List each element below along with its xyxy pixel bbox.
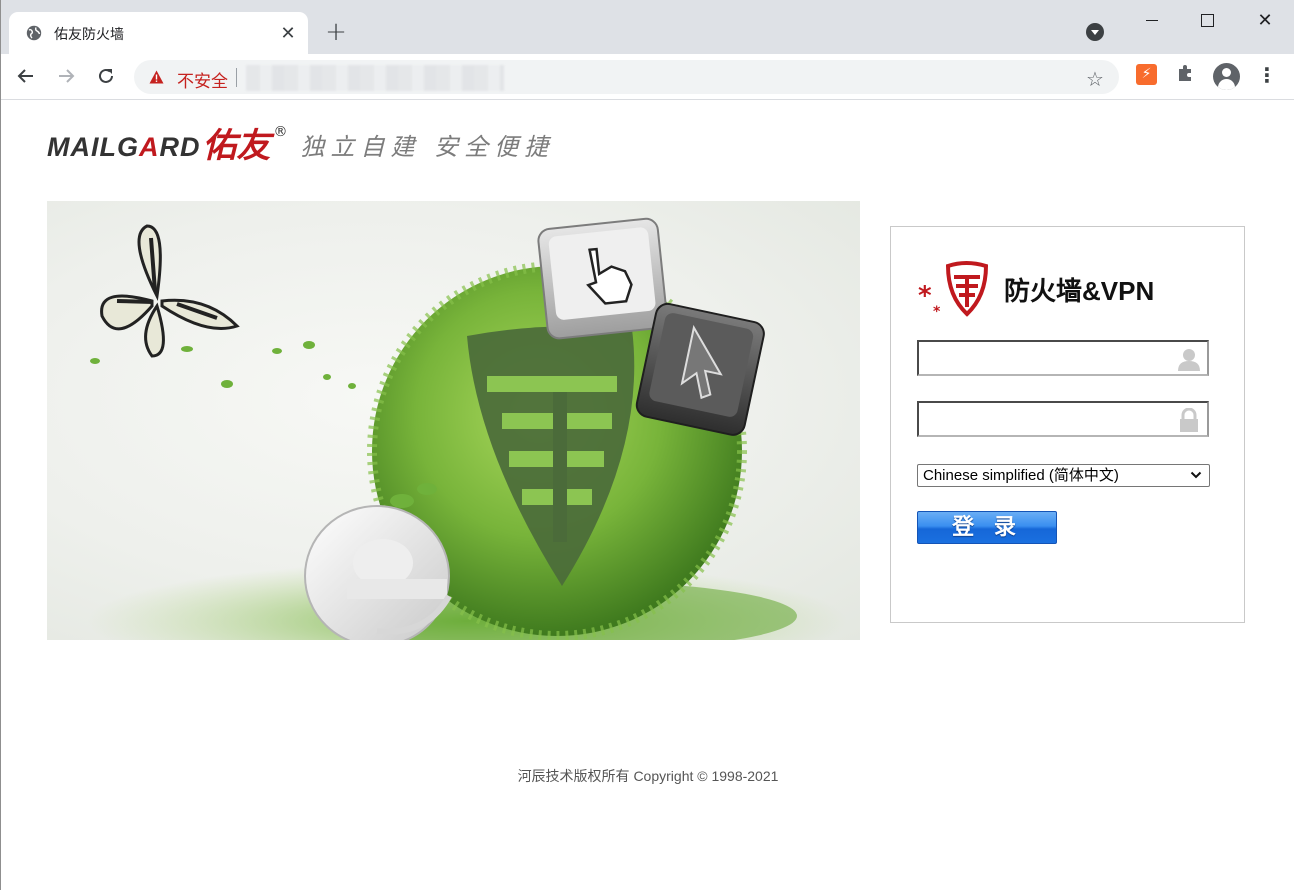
- brand-logo-text: MAILGARD: [47, 132, 201, 162]
- lock-icon: [1180, 408, 1198, 432]
- language-select[interactable]: Chinese simplified (简体中文): [917, 464, 1210, 487]
- copyright-footer: 河辰技术版权所有 Copyright © 1998-2021: [517, 768, 779, 784]
- page-content: MAILGARD 佑友 ® 独立自建 安全便捷 * * 防火墙&VPN Chin…: [1, 100, 1294, 890]
- warning-icon: [149, 70, 164, 84]
- hero-illustration: [47, 201, 860, 640]
- tab-strip: 佑友防火墙 ✕ + ✕: [1, 0, 1294, 54]
- security-label[interactable]: 不安全: [177, 67, 228, 92]
- window-close-button[interactable]: ✕: [1253, 8, 1277, 32]
- browser-window: 佑友防火墙 ✕ + ✕ 不安全 ☆ ⚡ ⋮ MAILGARD 佑友 ® 独立自建…: [0, 0, 1294, 890]
- username-field-wrap: [917, 340, 1209, 376]
- tab-close-icon[interactable]: ✕: [278, 23, 298, 44]
- arrow-left-icon: [17, 69, 33, 83]
- new-tab-button[interactable]: +: [323, 19, 349, 45]
- globe-icon: [26, 25, 42, 41]
- login-panel: * * 防火墙&VPN Chinese simplified (简体中文) 登 …: [890, 226, 1245, 623]
- login-title: 防火墙&VPN: [1004, 276, 1155, 306]
- bookmark-star-icon[interactable]: ☆: [1086, 67, 1104, 91]
- extension-bolt-icon[interactable]: ⚡: [1136, 64, 1157, 85]
- reload-icon: [99, 68, 113, 83]
- address-bar[interactable]: 不安全 ☆: [134, 60, 1119, 94]
- brand-slogan: 独立自建 安全便捷: [300, 133, 555, 161]
- firewall-shield-icon: * *: [918, 261, 989, 318]
- profile-avatar-icon[interactable]: [1213, 63, 1240, 90]
- arrow-right-icon: [59, 69, 75, 83]
- reload-button[interactable]: [94, 64, 118, 88]
- browser-menu-icon[interactable]: ⋮: [1257, 62, 1277, 88]
- browser-toolbar: 不安全 ☆ ⚡ ⋮: [1, 54, 1294, 100]
- address-separator: [236, 68, 237, 87]
- extensions-puzzle-icon[interactable]: [1175, 63, 1195, 88]
- user-icon: [1178, 349, 1200, 371]
- minimize-button[interactable]: [1140, 8, 1164, 32]
- url-text-redacted[interactable]: [246, 65, 504, 91]
- tab-title: 佑友防火墙: [54, 27, 124, 43]
- password-field-wrap: [917, 401, 1209, 437]
- maximize-button[interactable]: [1195, 8, 1219, 32]
- e-letter: [304, 505, 452, 640]
- password-input[interactable]: [919, 403, 1207, 435]
- tab-search-icon[interactable]: [1086, 23, 1104, 41]
- firewall-hero-image: [87, 217, 847, 640]
- language-selected-value: Chinese simplified (简体中文): [923, 467, 1119, 484]
- username-input[interactable]: [919, 342, 1207, 374]
- back-button[interactable]: [14, 64, 38, 88]
- svg-text:*: *: [933, 304, 941, 318]
- puzzle-icon: [1179, 65, 1191, 81]
- butterfly: [100, 224, 240, 358]
- brand-logo-cn: 佑友: [202, 126, 271, 166]
- brand-header: MAILGARD 佑友 ® 独立自建 安全便捷: [47, 122, 554, 166]
- registered-mark: ®: [273, 124, 288, 140]
- active-tab[interactable]: 佑友防火墙 ✕: [9, 12, 308, 54]
- svg-text:*: *: [918, 281, 932, 311]
- forward-button[interactable]: [54, 64, 78, 88]
- chevron-down-icon: [1190, 471, 1202, 479]
- login-button[interactable]: 登 录: [917, 511, 1057, 544]
